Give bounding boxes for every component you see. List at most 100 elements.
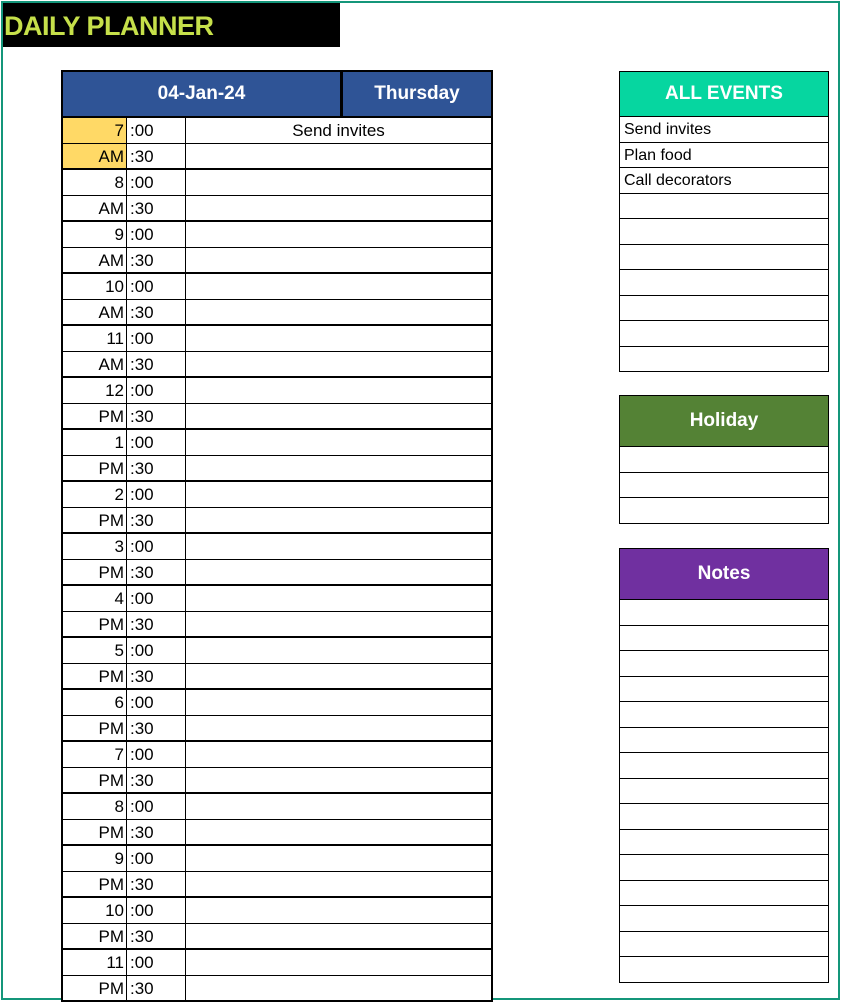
event-cell[interactable] xyxy=(186,300,491,325)
event-cell[interactable] xyxy=(186,170,491,195)
period-label: PM xyxy=(63,663,127,688)
note-list-item[interactable] xyxy=(620,957,828,982)
event-list-item[interactable] xyxy=(620,321,828,347)
hour-block: 4:00 PM:30 xyxy=(63,586,491,638)
event-cell[interactable] xyxy=(186,508,491,533)
note-list-item[interactable] xyxy=(620,753,828,779)
event-cell[interactable] xyxy=(186,794,491,819)
event-cell[interactable] xyxy=(186,560,491,585)
note-list-item[interactable] xyxy=(620,855,828,881)
note-list-item[interactable] xyxy=(620,881,828,906)
time-slot-30: AM:30 xyxy=(63,247,491,273)
event-cell[interactable] xyxy=(186,976,491,1001)
note-list-item[interactable] xyxy=(620,702,828,728)
event-cell[interactable] xyxy=(186,664,491,689)
minute-label: :00 xyxy=(127,482,186,507)
event-list-item[interactable] xyxy=(620,194,828,219)
planner-date[interactable]: 04-Jan-24 xyxy=(63,72,343,116)
event-cell[interactable] xyxy=(186,820,491,845)
event-cell[interactable] xyxy=(186,378,491,403)
event-cell[interactable] xyxy=(186,950,491,975)
note-list-item[interactable] xyxy=(620,677,828,702)
hour-block: 1:00 PM:30 xyxy=(63,430,491,482)
event-list-item[interactable]: Call decorators xyxy=(620,168,828,194)
time-slot-30: PM:30 xyxy=(63,975,491,1001)
event-cell[interactable] xyxy=(186,612,491,637)
time-slot-00: 1:00 xyxy=(63,430,491,456)
event-list-item[interactable] xyxy=(620,347,828,372)
event-cell[interactable] xyxy=(186,352,491,377)
hour-block: 3:00 PM:30 xyxy=(63,534,491,586)
event-list-item[interactable]: Plan food xyxy=(620,143,828,168)
event-cell[interactable] xyxy=(186,326,491,351)
minute-label: :30 xyxy=(127,507,186,532)
minute-label: :00 xyxy=(127,534,186,559)
event-cell[interactable] xyxy=(186,534,491,559)
period-label: AM xyxy=(63,247,127,272)
event-cell[interactable] xyxy=(186,482,491,507)
event-cell[interactable] xyxy=(186,690,491,715)
time-slot-30: AM:30 xyxy=(63,143,491,169)
note-list-item[interactable] xyxy=(620,651,828,677)
event-cell[interactable] xyxy=(186,898,491,923)
period-label: PM xyxy=(63,611,127,636)
event-cell[interactable] xyxy=(186,144,491,169)
note-list-item[interactable] xyxy=(620,779,828,804)
note-list-item[interactable] xyxy=(620,626,828,651)
notes-panel: Notes xyxy=(619,548,829,983)
hour-block: 11:00 PM:30 xyxy=(63,950,491,1000)
hour-block: 11:00 AM:30 xyxy=(63,326,491,378)
minute-label: :00 xyxy=(127,690,186,715)
hour-label: 4 xyxy=(63,586,127,611)
event-cell[interactable] xyxy=(186,274,491,299)
event-list-item[interactable] xyxy=(620,296,828,321)
period-label: PM xyxy=(63,923,127,948)
time-slot-30: PM:30 xyxy=(63,819,491,845)
period-label: PM xyxy=(63,819,127,844)
period-label: PM xyxy=(63,403,127,428)
hour-label: 6 xyxy=(63,690,127,715)
minute-label: :00 xyxy=(127,898,186,923)
hour-label: 8 xyxy=(63,794,127,819)
minute-label: :00 xyxy=(127,742,186,767)
holiday-list xyxy=(620,447,828,523)
event-cell[interactable] xyxy=(186,196,491,221)
time-slot-00: 5:00 xyxy=(63,638,491,664)
event-cell[interactable] xyxy=(186,872,491,897)
event-cell[interactable] xyxy=(186,768,491,793)
hour-label: 8 xyxy=(63,170,127,195)
event-list-item[interactable] xyxy=(620,270,828,296)
minute-label: :00 xyxy=(127,846,186,871)
period-label: PM xyxy=(63,767,127,792)
holiday-list-item[interactable] xyxy=(620,447,828,473)
time-slot-00: 11:00 xyxy=(63,950,491,976)
event-cell[interactable] xyxy=(186,222,491,247)
event-cell[interactable] xyxy=(186,430,491,455)
event-cell[interactable] xyxy=(186,742,491,767)
holiday-list-item[interactable] xyxy=(620,473,828,498)
event-cell[interactable]: Send invites xyxy=(186,118,491,143)
note-list-item[interactable] xyxy=(620,804,828,830)
event-cell[interactable] xyxy=(186,638,491,663)
event-cell[interactable] xyxy=(186,846,491,871)
minute-label: :30 xyxy=(127,611,186,636)
event-cell[interactable] xyxy=(186,404,491,429)
note-list-item[interactable] xyxy=(620,600,828,626)
note-list-item[interactable] xyxy=(620,830,828,855)
event-cell[interactable] xyxy=(186,586,491,611)
time-slot-00: 3:00 xyxy=(63,534,491,560)
hour-block: 10:00 AM:30 xyxy=(63,274,491,326)
event-list-item[interactable] xyxy=(620,219,828,245)
event-cell[interactable] xyxy=(186,456,491,481)
period-label: AM xyxy=(63,299,127,324)
holiday-list-item[interactable] xyxy=(620,498,828,523)
event-list-item[interactable] xyxy=(620,245,828,270)
note-list-item[interactable] xyxy=(620,906,828,932)
event-cell[interactable] xyxy=(186,716,491,741)
event-cell[interactable] xyxy=(186,248,491,273)
hour-label: 10 xyxy=(63,274,127,299)
note-list-item[interactable] xyxy=(620,932,828,957)
event-cell[interactable] xyxy=(186,924,491,949)
event-list-item[interactable]: Send invites xyxy=(620,117,828,143)
note-list-item[interactable] xyxy=(620,728,828,753)
